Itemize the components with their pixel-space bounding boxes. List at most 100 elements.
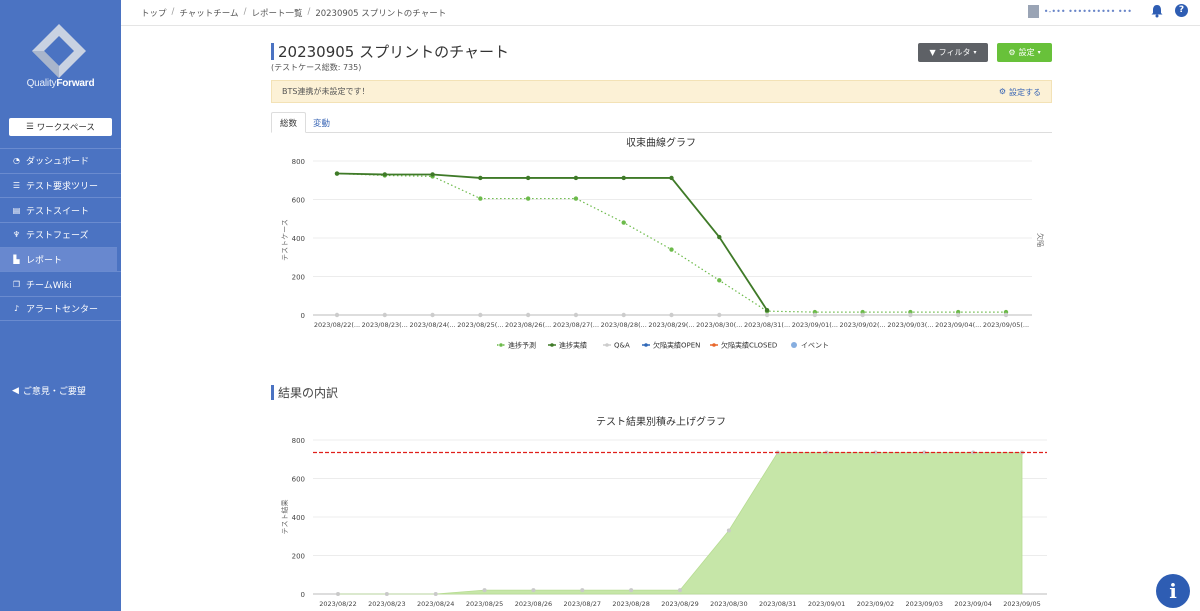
legend-marker xyxy=(644,343,648,347)
x-tick-label: 2023/08/25(... xyxy=(457,321,503,329)
legend-label: 欠陥実績CLOSED xyxy=(721,341,777,350)
data-point xyxy=(384,592,389,596)
y2-axis-label: 欠陥 xyxy=(1036,233,1045,247)
data-point xyxy=(336,592,340,596)
x-tick-label: 2023/08/24(... xyxy=(409,321,455,329)
data-point-qa xyxy=(956,312,961,318)
data-point-qa xyxy=(717,312,722,318)
legend-label: Q&A xyxy=(614,342,630,350)
data-point-forecast xyxy=(573,196,579,201)
y-tick-label: 0 xyxy=(301,591,305,599)
x-tick-label: 2023/08/28 xyxy=(612,600,649,608)
chart-title: テスト結果別積み上げグラフ xyxy=(596,415,726,428)
y-tick-label: 600 xyxy=(292,476,305,484)
data-point xyxy=(433,592,438,596)
x-tick-label: 2023/08/26 xyxy=(515,600,552,608)
x-tick-label: 2023/09/02(... xyxy=(840,321,886,329)
y-tick-label: 400 xyxy=(292,514,305,522)
x-tick-label: 2023/08/30(... xyxy=(696,321,742,329)
data-point xyxy=(482,588,487,593)
data-point xyxy=(629,588,634,593)
x-tick-label: 2023/08/30 xyxy=(710,600,747,608)
data-point-qa xyxy=(860,312,865,318)
x-tick-label: 2023/08/22(... xyxy=(314,321,360,329)
x-tick-label: 2023/09/01(... xyxy=(792,321,838,329)
series-line-forecast xyxy=(336,172,1006,313)
data-point-qa xyxy=(382,312,387,318)
data-point xyxy=(580,588,585,593)
x-tick-label: 2023/09/03 xyxy=(906,600,943,608)
data-point-actual xyxy=(573,175,579,181)
x-tick-label: 2023/08/29 xyxy=(661,600,698,608)
x-tick-label: 2023/08/29(... xyxy=(648,321,694,329)
data-point-qa xyxy=(1003,312,1009,318)
x-tick-label: 2023/09/03(... xyxy=(887,321,933,329)
y-tick-label: 200 xyxy=(292,553,305,561)
x-tick-label: 2023/09/02 xyxy=(857,600,894,608)
y-tick-label: 400 xyxy=(292,235,305,243)
x-tick-label: 2023/09/01 xyxy=(808,600,845,608)
data-point-qa xyxy=(764,312,770,318)
x-tick-label: 2023/08/26(... xyxy=(505,321,551,329)
x-tick-label: 2023/08/31 xyxy=(759,600,796,608)
x-tick-label: 2023/09/04(... xyxy=(935,321,981,329)
y-tick-label: 800 xyxy=(292,158,305,166)
data-point-forecast xyxy=(717,278,722,283)
data-point-actual xyxy=(764,307,770,313)
data-point-actual xyxy=(430,172,435,177)
x-tick-label: 2023/08/28(... xyxy=(601,321,647,329)
x-tick-label: 2023/08/23(... xyxy=(362,321,408,329)
data-point-qa xyxy=(621,312,626,318)
x-tick-label: 2023/08/24 xyxy=(417,600,454,608)
x-tick-label: 2023/09/05 xyxy=(1003,600,1040,608)
result-area xyxy=(338,452,1023,595)
x-tick-label: 2023/09/05(... xyxy=(983,321,1029,329)
data-point-qa xyxy=(430,312,435,318)
y-tick-label: 200 xyxy=(292,274,305,282)
y-axis-label: テストケース xyxy=(281,219,289,261)
data-point xyxy=(726,528,731,533)
data-point-actual xyxy=(382,172,387,177)
series-line-actual xyxy=(336,172,768,311)
data-point-actual xyxy=(717,234,722,240)
data-point-qa xyxy=(812,312,818,318)
data-point-qa xyxy=(478,312,483,318)
data-point-actual xyxy=(334,171,340,176)
data-point-qa xyxy=(908,312,913,318)
legend-label: 欠陥実績OPEN xyxy=(653,341,700,350)
charts-canvas: 0 200 400 600 800 収束曲線グラフテストケース 欠陥 2023/08/22(.… xyxy=(280,136,1047,608)
chart-title: 収束曲線グラフ xyxy=(626,136,696,149)
data-point-qa xyxy=(334,312,340,318)
info-button[interactable]: i xyxy=(1156,574,1190,608)
x-tick-label: 2023/08/27 xyxy=(564,600,601,608)
y-tick-label: 0 xyxy=(301,312,305,320)
data-point-actual xyxy=(525,175,531,181)
legend-marker xyxy=(550,343,554,347)
data-point-qa xyxy=(525,312,531,318)
legend-label: 進捗予測 xyxy=(508,341,536,350)
data-point xyxy=(531,588,536,593)
y-axis-label: テスト結果 xyxy=(280,500,289,535)
data-point-actual xyxy=(621,175,626,181)
legend-marker xyxy=(605,343,609,347)
legend-label: イベント xyxy=(801,342,829,350)
x-tick-label: 2023/08/25 xyxy=(466,600,503,608)
data-point-forecast xyxy=(669,247,674,252)
legend-marker xyxy=(499,343,503,347)
legend-marker xyxy=(791,342,797,348)
data-point-actual xyxy=(669,175,674,181)
legend-marker xyxy=(712,343,716,347)
x-tick-label: 2023/08/22 xyxy=(319,600,356,608)
data-point xyxy=(678,588,682,593)
data-point-actual xyxy=(478,175,483,181)
data-point-qa xyxy=(573,312,579,318)
data-point-forecast xyxy=(478,196,483,201)
data-point-forecast xyxy=(621,220,626,225)
y-tick-label: 600 xyxy=(292,197,305,205)
x-tick-label: 2023/08/31(... xyxy=(744,321,790,329)
x-tick-label: 2023/08/23 xyxy=(368,600,405,608)
legend-label: 進捗実績 xyxy=(559,341,587,350)
y-tick-label: 800 xyxy=(292,437,305,445)
data-point-qa xyxy=(669,312,674,318)
x-tick-label: 2023/09/04 xyxy=(954,600,991,608)
